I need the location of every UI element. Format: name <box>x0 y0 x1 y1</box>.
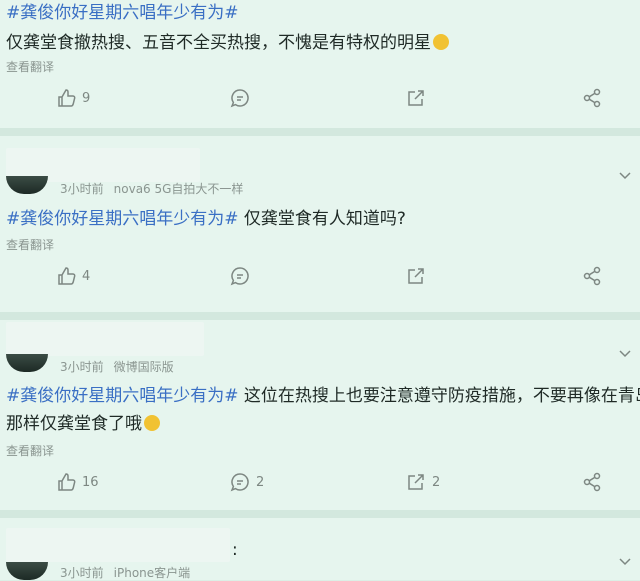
post-device: 微博国际版 <box>114 360 174 374</box>
like-count: 4 <box>82 269 90 284</box>
post-text-line-2: 那样仅龚堂食了哦 <box>0 411 166 437</box>
post-meta: 3小时前 nova6 5G自拍大不一样 <box>60 180 243 197</box>
divider <box>0 128 640 136</box>
comment-icon <box>230 266 250 286</box>
post-body: #龚俊你好星期六唱年少有为# 仅龚堂食有人知道吗? <box>0 206 412 232</box>
chevron-down-icon[interactable] <box>618 168 632 182</box>
share-icon <box>582 88 602 108</box>
post-time: 3小时前 <box>60 360 104 374</box>
post-actions: 16 2 2 <box>0 472 640 502</box>
post-actions: 9 <box>0 88 640 118</box>
share-button[interactable] <box>582 266 602 286</box>
post-card-2: 3小时前 nova6 5G自拍大不一样 #龚俊你好星期六唱年少有为# 仅龚堂食有人… <box>0 136 640 312</box>
like-button[interactable]: 4 <box>56 266 90 286</box>
avatar[interactable] <box>6 562 48 580</box>
repost-icon <box>406 88 426 108</box>
comment-icon <box>230 472 250 492</box>
avatar[interactable] <box>6 176 48 194</box>
thumbs-up-icon <box>56 88 76 108</box>
hashtag-link[interactable]: #龚俊你好星期六唱年少有为# <box>6 209 239 229</box>
like-count: 9 <box>82 91 90 106</box>
post-body: #龚俊你好星期六唱年少有为# <box>0 0 245 26</box>
translate-link[interactable]: 查看翻译 <box>0 58 60 75</box>
translate-link[interactable]: 查看翻译 <box>0 442 60 459</box>
comment-button[interactable]: 2 <box>230 472 264 492</box>
post-meta: 3小时前 iPhone客户端 <box>60 564 190 581</box>
share-button[interactable] <box>582 88 602 108</box>
comment-icon <box>230 88 250 108</box>
chevron-down-icon[interactable] <box>618 554 632 568</box>
comment-button[interactable] <box>230 266 256 286</box>
post-device: nova6 5G自拍大不一样 <box>114 182 244 196</box>
like-button[interactable]: 16 <box>56 472 99 492</box>
hashtag-link[interactable]: #龚俊你好星期六唱年少有为# <box>6 3 239 23</box>
repost-button[interactable]: 2 <box>406 472 440 492</box>
post-time: 3小时前 <box>60 182 104 196</box>
post-card-3: 3小时前微博国际版 #龚俊你好星期六唱年少有为# 这位在热搜上也要注意遵守防疫措… <box>0 320 640 510</box>
post-text-content: 仅龚堂食撤热搜、五音不全买热搜，不愧是有特权的明星 <box>6 33 431 53</box>
post-text: 仅龚堂食撤热搜、五音不全买热搜，不愧是有特权的明星 <box>0 30 455 56</box>
share-icon <box>582 266 602 286</box>
chevron-down-icon[interactable] <box>618 346 632 360</box>
username-colon: : <box>232 540 238 560</box>
translate-link[interactable]: 查看翻译 <box>0 236 60 253</box>
post-actions: 4 <box>0 266 640 296</box>
post-meta: 3小时前微博国际版 <box>60 358 174 375</box>
divider <box>0 312 640 320</box>
post-text-content: 这位在热搜上也要注意遵守防疫措施，不要再像在青岛 <box>239 386 640 406</box>
post-text-content: 那样仅龚堂食了哦 <box>6 414 142 434</box>
repost-icon <box>406 266 426 286</box>
emoji-icon <box>433 34 449 50</box>
thumbs-up-icon <box>56 472 76 492</box>
hashtag-link[interactable]: #龚俊你好星期六唱年少有为# <box>6 386 239 406</box>
username-redacted <box>6 528 230 562</box>
like-count: 16 <box>82 475 99 490</box>
repost-button[interactable] <box>406 88 432 108</box>
post-text-content: 仅龚堂食有人知道吗? <box>239 209 406 229</box>
repost-icon <box>406 472 426 492</box>
post-time: 3小时前 <box>60 566 104 580</box>
repost-count: 2 <box>432 475 440 490</box>
share-button[interactable] <box>582 472 602 492</box>
post-device: iPhone客户端 <box>114 566 191 580</box>
like-button[interactable]: 9 <box>56 88 90 108</box>
repost-button[interactable] <box>406 266 432 286</box>
post-card-1: #龚俊你好星期六唱年少有为# 仅龚堂食撤热搜、五音不全买热搜，不愧是有特权的明星… <box>0 0 640 128</box>
post-body: #龚俊你好星期六唱年少有为# 这位在热搜上也要注意遵守防疫措施，不要再像在青岛 <box>0 383 640 409</box>
share-icon <box>582 472 602 492</box>
comment-count: 2 <box>256 475 264 490</box>
thumbs-up-icon <box>56 266 76 286</box>
emoji-icon <box>144 415 160 431</box>
username-redacted <box>6 322 204 356</box>
divider <box>0 510 640 518</box>
comment-button[interactable] <box>230 88 256 108</box>
avatar[interactable] <box>6 354 48 372</box>
post-card-4: : 3小时前 iPhone客户端 <box>0 518 640 580</box>
